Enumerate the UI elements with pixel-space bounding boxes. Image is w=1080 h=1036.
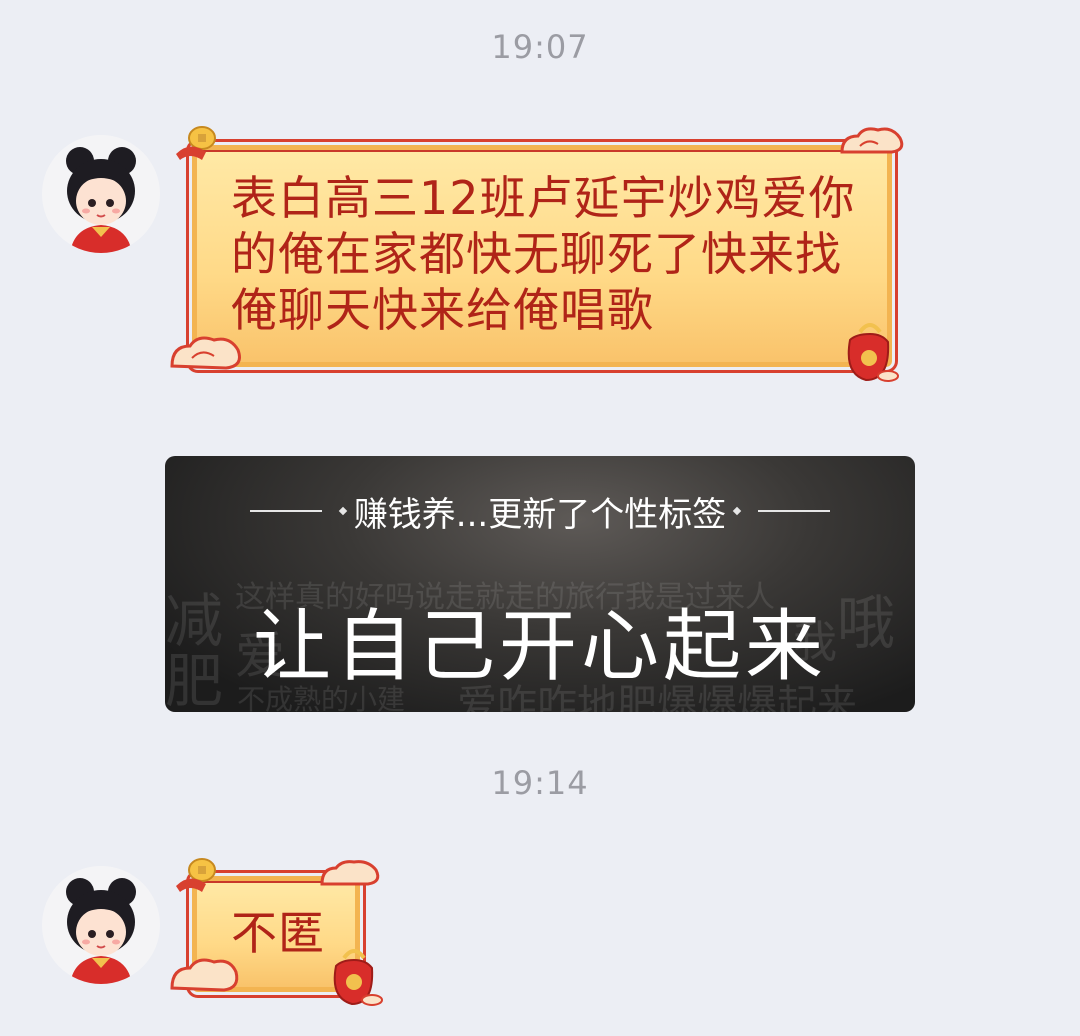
gold-coin-icon [176,126,216,160]
cloud-ornament-icon [840,127,904,154]
card-header-text: 赚钱养...更新了个性标签 [353,494,727,535]
cloud-ornament-icon [320,860,380,886]
card-header: 赚钱养...更新了个性标签 [165,486,915,536]
diamond-icon [338,506,348,516]
lucky-bag-icon [847,323,899,382]
sender-avatar[interactable] [42,866,160,984]
message-bubble[interactable]: 表白高三12班卢延宇炒鸡爱你的俺在家都快无聊死了快来找俺聊天快来给俺唱歌 [186,139,898,373]
gold-coin-icon [176,858,216,892]
message-text: 表白高三12班卢延宇炒鸡爱你的俺在家都快无聊死了快来找俺聊天快来给俺唱歌 [231,171,856,337]
signature-card[interactable]: 减 肥 这样真的好吗说走就走的旅行我是过来人 爱 不成熟的小建 爱咋咋地肥爆爆爆… [165,456,915,712]
sender-avatar[interactable] [42,135,160,253]
card-main-text: 让自己开心起来 [252,602,827,692]
timestamp: 19:14 [491,764,589,802]
cloud-ornament-icon [170,958,239,992]
divider [758,510,831,512]
diamond-icon [732,506,742,516]
lucky-bag-icon [333,949,383,1006]
divider [249,510,322,512]
timestamp: 19:07 [491,28,589,66]
avatar-image [42,866,160,984]
avatar-image [42,135,160,253]
cloud-ornament-icon [170,336,241,370]
